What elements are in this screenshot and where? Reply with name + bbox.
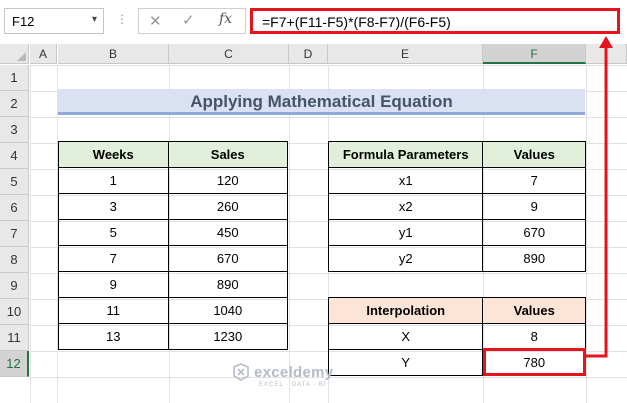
params-cell[interactable]: 9 [482,193,586,220]
watermark-tagline: EXCEL · DATA · BI [259,382,327,388]
interp-cell[interactable]: X [327,323,484,350]
interpolation-header[interactable]: Interpolation [327,297,484,324]
interp-cell[interactable]: Y [327,349,484,376]
sales-cell[interactable]: 13 [58,323,169,350]
enter-icon[interactable]: ✓ [182,11,195,29]
sales-cell[interactable]: 5 [58,219,169,246]
name-box[interactable]: F12 ▾ [4,8,104,34]
sales-cell[interactable]: 890 [167,271,289,298]
row-header-12[interactable]: 12 [0,351,29,377]
chevron-down-icon[interactable]: ▾ [92,14,97,25]
column-header-c[interactable]: C [169,44,289,64]
row-header-2[interactable]: 2 [0,91,29,117]
interp-values-header[interactable]: Values [482,297,586,324]
params-cell[interactable]: x2 [327,193,484,220]
sales-cell[interactable]: 1230 [167,323,289,350]
formula-text: =F7+(F11-F5)*(F8-F7)/(F6-F5) [262,14,451,30]
params-cell[interactable]: y1 [327,219,484,246]
params-cell[interactable]: 7 [482,167,586,194]
exceldemy-logo-icon [233,363,249,381]
params-cell[interactable]: y2 [327,245,484,272]
formula-buttons: ✕ ✓ fx [138,8,246,34]
formula-bar: F12 ▾ ⋮ ✕ ✓ fx =F7+(F11-F5)*(F8-F7)/(F6-… [0,0,627,44]
interp-cell[interactable]: 8 [482,323,586,350]
sales-cell[interactable]: 1040 [167,297,289,324]
params-cell[interactable]: x1 [327,167,484,194]
params-table: Formula Parameters Values x1 7 x2 9 y1 670 y2 8… [327,141,586,272]
row-header-6[interactable]: 6 [0,195,29,221]
column-header-d[interactable]: D [289,44,328,64]
parameters-header[interactable]: Formula Parameters [327,141,484,168]
sales-header[interactable]: Sales [167,141,289,168]
column-header-e[interactable]: E [328,44,483,64]
watermark-name: exceldemy [254,363,334,381]
column-header-a[interactable]: A [30,44,57,64]
params-cell[interactable]: 670 [482,219,586,246]
row-header-10[interactable]: 10 [0,299,29,325]
row-header-3[interactable]: 3 [0,117,29,143]
row-header-4[interactable]: 4 [0,143,29,169]
sales-cell[interactable]: 7 [58,245,169,272]
select-all-corner[interactable] [0,44,29,64]
corner-triangle-icon [17,52,26,61]
sales-cell[interactable]: 450 [167,219,289,246]
row-header-5[interactable]: 5 [0,169,29,195]
formula-input[interactable]: =F7+(F11-F5)*(F8-F7)/(F6-F5) [250,8,620,34]
sales-cell[interactable]: 260 [167,193,289,220]
sales-cell[interactable]: 9 [58,271,169,298]
row-header-8[interactable]: 8 [0,247,29,273]
cancel-icon[interactable]: ✕ [149,12,162,30]
column-header-next[interactable] [586,44,627,64]
params-cell[interactable]: 890 [482,245,586,272]
row-header-7[interactable]: 7 [0,221,29,247]
sheet-title: Applying Mathematical Equation [58,89,585,115]
sales-table: Weeks Sales 1 120 3 260 5 450 7 670 9 890 11 1040 13… [58,141,289,350]
sales-cell[interactable]: 1 [58,167,169,194]
sales-cell[interactable]: 11 [58,297,169,324]
column-header-b[interactable]: B [58,44,169,64]
weeks-header[interactable]: Weeks [58,141,169,168]
sales-cell[interactable]: 670 [167,245,289,272]
insert-function-icon[interactable]: fx [219,11,232,27]
sales-cell[interactable]: 3 [58,193,169,220]
row-header-9[interactable]: 9 [0,273,29,299]
row-header-11[interactable]: 11 [0,325,29,351]
more-options-icon[interactable]: ⋮ [116,12,128,26]
result-cell-highlight [483,348,586,376]
sales-cell[interactable]: 120 [167,167,289,194]
row-header-1[interactable]: 1 [0,65,29,91]
column-header-f[interactable]: F [483,44,586,64]
params-values-header[interactable]: Values [482,141,586,168]
exceldemy-watermark: exceldemy EXCEL · DATA · BI [232,363,334,388]
name-box-value: F12 [12,14,35,29]
